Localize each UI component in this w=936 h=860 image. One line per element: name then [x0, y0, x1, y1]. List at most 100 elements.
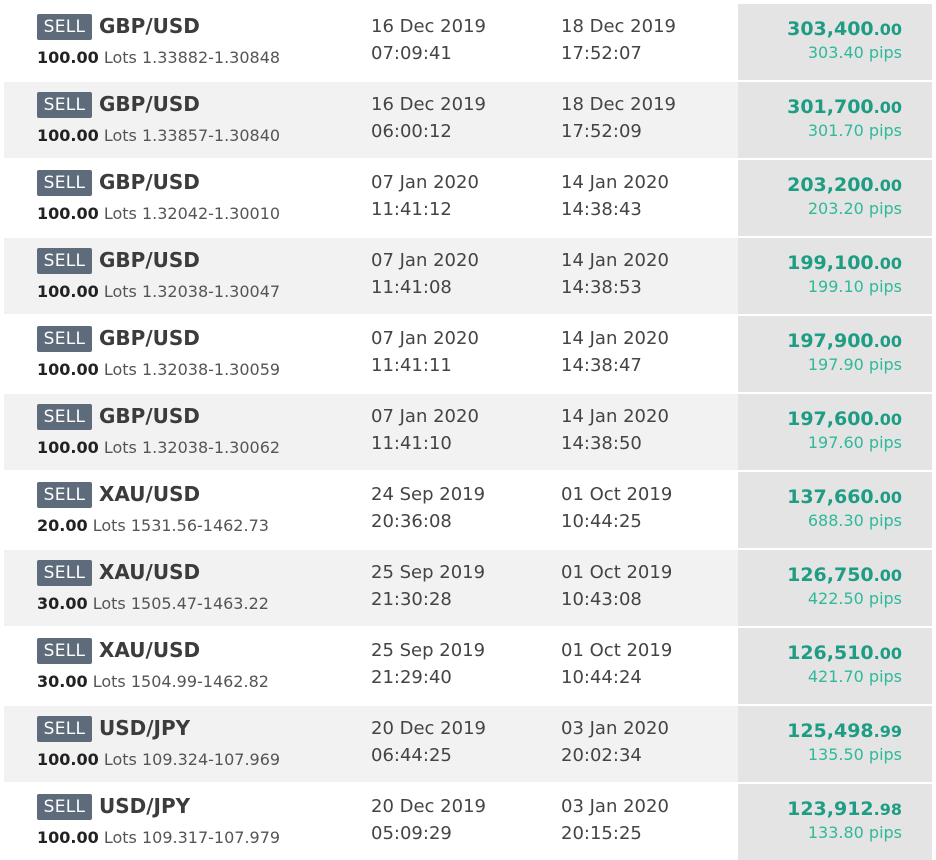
price-range: 1505.47-1463.22 — [130, 594, 269, 613]
profit-cell: 125,498.99 135.50 pips — [738, 706, 932, 782]
close-date: 18 Dec 2019 — [561, 16, 676, 37]
pips-value: 135.50 — [807, 745, 864, 764]
side-badge: SELL — [37, 482, 92, 508]
pips-amount: 303.40 pips — [808, 42, 902, 64]
open-time: 11:41:08 — [371, 277, 452, 298]
pips-label: pips — [868, 121, 902, 140]
profit-amount: 125,498.99 — [787, 719, 902, 744]
pips-amount: 197.60 pips — [808, 432, 902, 454]
open-time: 05:09:29 — [371, 823, 452, 844]
pips-value: 422.50 — [807, 589, 864, 608]
close-time: 10:44:25 — [561, 511, 642, 532]
profit-main: 126,750 — [787, 564, 874, 586]
side-badge: SELL — [37, 248, 92, 274]
symbol-label: GBP/USD — [99, 170, 200, 194]
lots-label: Lots — [103, 126, 137, 145]
open-datetime: 16 Dec 2019 07:09:41 — [371, 13, 486, 67]
lots-label: Lots — [103, 204, 137, 223]
open-date: 16 Dec 2019 — [371, 16, 486, 37]
close-date: 14 Jan 2020 — [561, 250, 669, 271]
profit-main: 301,700 — [787, 96, 874, 118]
open-date: 16 Dec 2019 — [371, 94, 486, 115]
pips-label: pips — [868, 667, 902, 686]
profit-cell: 126,750.00 422.50 pips — [738, 550, 932, 626]
lots-line: 100.00 Lots 109.324-107.969 — [37, 749, 280, 771]
open-date: 24 Sep 2019 — [371, 484, 486, 505]
trade-row[interactable]: SELL GBP/USD 100.00 Lots 1.33857-1.30840… — [4, 82, 932, 158]
profit-cents: .00 — [873, 254, 902, 273]
trade-row[interactable]: SELL XAU/USD 30.00 Lots 1504.99-1462.82 … — [4, 628, 932, 704]
trade-row[interactable]: SELL GBP/USD 100.00 Lots 1.32042-1.30010… — [4, 160, 932, 236]
open-date: 25 Sep 2019 — [371, 640, 486, 661]
trade-row[interactable]: SELL XAU/USD 20.00 Lots 1531.56-1462.73 … — [4, 472, 932, 548]
side-badge: SELL — [37, 560, 92, 586]
lots-label: Lots — [103, 360, 137, 379]
lots-value: 100.00 — [37, 204, 99, 223]
close-datetime: 14 Jan 2020 14:38:50 — [561, 403, 669, 457]
trade-row[interactable]: SELL GBP/USD 100.00 Lots 1.32038-1.30047… — [4, 238, 932, 314]
symbol-label: USD/JPY — [99, 794, 191, 818]
lots-value: 20.00 — [37, 516, 88, 535]
open-datetime: 07 Jan 2020 11:41:12 — [371, 169, 479, 223]
lots-label: Lots — [103, 750, 137, 769]
profit-amount: 197,900.00 — [787, 329, 902, 354]
pips-amount: 422.50 pips — [808, 588, 902, 610]
close-time: 14:38:53 — [561, 277, 642, 298]
open-time: 11:41:12 — [371, 199, 452, 220]
close-datetime: 18 Dec 2019 17:52:09 — [561, 91, 676, 145]
lots-line: 100.00 Lots 1.33857-1.30840 — [37, 125, 280, 147]
trade-row[interactable]: SELL GBP/USD 100.00 Lots 1.32038-1.30059… — [4, 316, 932, 392]
close-date: 14 Jan 2020 — [561, 328, 669, 349]
pips-value: 303.40 — [807, 43, 864, 62]
trade-row[interactable]: SELL GBP/USD 100.00 Lots 1.33882-1.30848… — [4, 4, 932, 80]
close-time: 10:43:08 — [561, 589, 642, 610]
profit-cell: 137,660.00 688.30 pips — [738, 472, 932, 548]
side-badge: SELL — [37, 14, 92, 40]
lots-value: 30.00 — [37, 672, 88, 691]
profit-amount: 199,100.00 — [787, 251, 902, 276]
open-time: 11:41:11 — [371, 355, 452, 376]
pips-label: pips — [868, 277, 902, 296]
lots-label: Lots — [92, 516, 126, 535]
trade-row[interactable]: SELL GBP/USD 100.00 Lots 1.32038-1.30062… — [4, 394, 932, 470]
open-date: 07 Jan 2020 — [371, 172, 479, 193]
profit-cents: .00 — [873, 98, 902, 117]
lots-value: 100.00 — [37, 48, 99, 67]
profit-cents: .00 — [873, 410, 902, 429]
profit-main: 137,660 — [787, 486, 874, 508]
pips-amount: 197.90 pips — [808, 354, 902, 376]
close-time: 14:38:47 — [561, 355, 642, 376]
lots-line: 20.00 Lots 1531.56-1462.73 — [37, 515, 269, 537]
open-datetime: 07 Jan 2020 11:41:10 — [371, 403, 479, 457]
profit-main: 203,200 — [787, 174, 874, 196]
price-range: 1.32038-1.30062 — [141, 438, 281, 457]
symbol-label: USD/JPY — [99, 716, 191, 740]
pips-label: pips — [868, 745, 902, 764]
trade-row[interactable]: SELL XAU/USD 30.00 Lots 1505.47-1463.22 … — [4, 550, 932, 626]
lots-label: Lots — [103, 438, 137, 457]
side-badge: SELL — [37, 326, 92, 352]
open-datetime: 25 Sep 2019 21:30:28 — [371, 559, 485, 613]
pips-label: pips — [868, 511, 902, 530]
pips-value: 199.10 — [807, 277, 864, 296]
close-datetime: 03 Jan 2020 20:15:25 — [561, 793, 669, 847]
symbol-label: GBP/USD — [99, 14, 200, 38]
profit-main: 197,600 — [787, 408, 874, 430]
open-date: 20 Dec 2019 — [371, 718, 486, 739]
close-time: 14:38:50 — [561, 433, 642, 454]
price-range: 1.32038-1.30059 — [141, 360, 281, 379]
trade-row[interactable]: SELL USD/JPY 100.00 Lots 109.324-107.969… — [4, 706, 932, 782]
lots-line: 100.00 Lots 109.317-107.979 — [37, 827, 280, 849]
lots-label: Lots — [92, 594, 126, 613]
profit-main: 123,912 — [787, 798, 874, 820]
pips-value: 301.70 — [807, 121, 864, 140]
lots-label: Lots — [92, 672, 126, 691]
profit-main: 126,510 — [787, 642, 874, 664]
side-badge: SELL — [37, 794, 92, 820]
profit-cents: .98 — [873, 800, 902, 819]
lots-line: 100.00 Lots 1.32042-1.30010 — [37, 203, 280, 225]
side-badge: SELL — [37, 716, 92, 742]
lots-line: 30.00 Lots 1505.47-1463.22 — [37, 593, 269, 615]
trade-row[interactable]: SELL USD/JPY 100.00 Lots 109.317-107.979… — [4, 784, 932, 860]
pips-amount: 133.80 pips — [808, 822, 902, 844]
